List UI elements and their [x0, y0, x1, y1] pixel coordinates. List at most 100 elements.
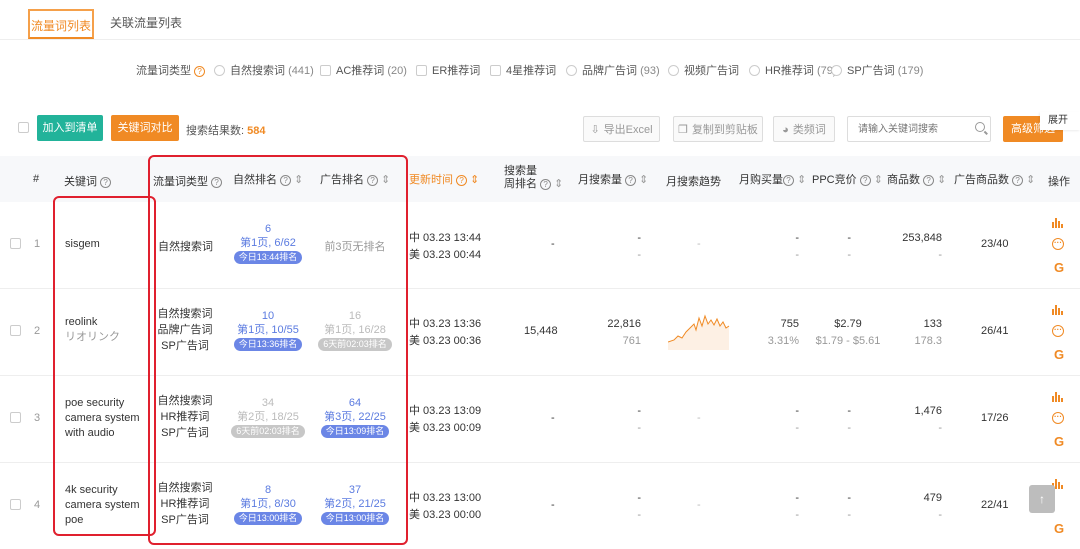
- google-icon[interactable]: G: [1052, 435, 1066, 449]
- col-week-rank[interactable]: 搜索量 周排名 ? ⇕: [504, 165, 563, 191]
- col-ad-products[interactable]: 广告商品数 ? ⇕: [954, 171, 1035, 187]
- more-icon[interactable]: ···: [1052, 238, 1064, 250]
- col-update-time[interactable]: 更新时间 ? ⇕: [409, 171, 479, 187]
- filter-option-er[interactable]: ER推荐词: [416, 62, 480, 78]
- keyword-search-input[interactable]: [847, 116, 991, 142]
- bars-chart-icon[interactable]: [1052, 301, 1066, 315]
- back-to-top-button[interactable]: ↑: [1029, 485, 1055, 513]
- question-icon[interactable]: ?: [100, 176, 112, 188]
- more-icon[interactable]: ···: [1052, 325, 1064, 337]
- sort-icon[interactable]: ⇕: [470, 174, 479, 186]
- tab-related-traffic[interactable]: 关联流量列表: [110, 14, 182, 31]
- expand-button[interactable]: 展开: [1040, 112, 1080, 130]
- sort-icon[interactable]: ⇕: [639, 174, 648, 186]
- highlight-box-rank-columns: [148, 155, 408, 545]
- pie-icon: ◕: [782, 124, 789, 136]
- monthly-search: --: [637, 405, 641, 434]
- trend: -: [697, 412, 701, 424]
- row-checkbox[interactable]: [10, 238, 21, 249]
- monthly-purchase: --: [795, 405, 799, 434]
- row-checkbox[interactable]: [10, 412, 21, 423]
- col-ppc[interactable]: PPC竞价 ? ⇕: [812, 171, 883, 187]
- filter-option-ac[interactable]: AC推荐词 (20): [320, 62, 407, 78]
- add-to-list-button[interactable]: 加入到清单: [37, 115, 103, 141]
- product-count: 253,848-: [902, 232, 942, 261]
- row-index: 1: [34, 238, 41, 250]
- monthly-purchase: 755 3.31%: [767, 318, 799, 347]
- sort-icon[interactable]: ⇕: [797, 174, 806, 186]
- arrow-up-icon: ↑: [1039, 492, 1045, 506]
- sort-icon[interactable]: ⇕: [937, 174, 946, 186]
- tab-bar: 流量词列表 关联流量列表: [0, 0, 1080, 40]
- row-checkbox[interactable]: [10, 499, 21, 510]
- google-icon[interactable]: G: [1052, 261, 1066, 275]
- bars-chart-icon[interactable]: [1052, 214, 1066, 228]
- col-keyword[interactable]: 关键词 ?: [64, 173, 112, 189]
- filter-option-hr[interactable]: HR推荐词 (79): [749, 62, 837, 78]
- row-index: 2: [34, 325, 41, 337]
- search-icon[interactable]: [975, 122, 985, 132]
- col-monthly-purchase[interactable]: 月购买量? ⇕: [739, 171, 806, 187]
- ad-product-count: 22/41: [981, 499, 1009, 511]
- update-time: 中 03.23 13:36 美 03.23 00:36: [409, 318, 482, 347]
- trend-sparkline: [668, 314, 730, 350]
- update-time: 中 03.23 13:09 美 03.23 00:09: [409, 405, 482, 434]
- col-monthly-search[interactable]: 月搜索量 ? ⇕: [578, 171, 648, 187]
- sort-icon[interactable]: ⇕: [874, 174, 883, 186]
- tab-keyword-list[interactable]: 流量词列表: [28, 9, 94, 39]
- filter-label: 流量词类型 ?: [136, 62, 206, 78]
- highlight-box-keywords: [53, 196, 156, 536]
- col-products[interactable]: 商品数 ? ⇕: [887, 171, 946, 187]
- question-icon[interactable]: ?: [783, 174, 794, 186]
- question-icon[interactable]: ?: [540, 178, 552, 190]
- trend: -: [697, 238, 701, 250]
- product-count: 479-: [923, 492, 942, 521]
- ad-product-count: 17/26: [981, 412, 1009, 424]
- question-icon[interactable]: ?: [456, 174, 468, 186]
- monthly-purchase: --: [795, 232, 799, 261]
- export-icon: ⇩: [590, 124, 600, 136]
- google-icon[interactable]: G: [1052, 522, 1066, 536]
- week-rank: -: [551, 412, 555, 424]
- question-icon[interactable]: ?: [625, 174, 637, 186]
- product-count: 1,476-: [914, 405, 942, 434]
- google-icon[interactable]: G: [1052, 348, 1066, 362]
- monthly-search: 22,816 761: [607, 318, 641, 347]
- question-icon[interactable]: ?: [194, 65, 206, 77]
- ppc-bid: --: [847, 232, 851, 261]
- monthly-search: --: [637, 492, 641, 521]
- ad-product-count: 26/41: [981, 325, 1009, 337]
- question-icon[interactable]: ?: [1012, 174, 1024, 186]
- week-rank: -: [551, 238, 555, 250]
- product-count: 133 178.3: [914, 318, 942, 347]
- sort-icon[interactable]: ⇕: [1026, 174, 1035, 186]
- filter-option-brand[interactable]: 品牌广告词 (93): [566, 62, 660, 78]
- week-rank: -: [551, 499, 555, 511]
- more-icon[interactable]: ···: [1052, 412, 1064, 424]
- col-index: #: [33, 173, 40, 185]
- question-icon[interactable]: ?: [859, 174, 871, 186]
- monthly-search: --: [637, 232, 641, 261]
- week-rank: 15,448: [524, 325, 558, 337]
- monthly-purchase: --: [795, 492, 799, 521]
- filter-option-natural[interactable]: 自然搜索词 (441): [214, 62, 314, 78]
- copy-icon: ❐: [678, 124, 688, 136]
- ppc-bid: --: [847, 405, 851, 434]
- bars-chart-icon[interactable]: [1052, 388, 1066, 402]
- sort-icon[interactable]: ⇕: [554, 178, 563, 190]
- keyword-compare-button[interactable]: 关键词对比: [111, 115, 179, 141]
- export-excel-button[interactable]: ⇩ 导出Excel: [583, 116, 660, 142]
- filter-option-video[interactable]: 视频广告词: [668, 62, 739, 78]
- select-all-checkbox[interactable]: [18, 122, 29, 133]
- word-frequency-button[interactable]: ◕ 类频词: [773, 116, 835, 142]
- ppc-bid: $2.79 $1.79 - $5.61: [815, 318, 881, 347]
- filter-option-sp[interactable]: SP广告词 (179): [831, 62, 923, 78]
- update-time: 中 03.23 13:00 美 03.23 00:00: [409, 492, 482, 521]
- row-index: 3: [34, 412, 41, 424]
- trend: -: [697, 499, 701, 511]
- filter-option-4star[interactable]: 4星推荐词: [490, 62, 556, 78]
- question-icon[interactable]: ?: [923, 174, 935, 186]
- copy-clipboard-button[interactable]: ❐ 复制到剪贴板: [673, 116, 763, 142]
- row-checkbox[interactable]: [10, 325, 21, 336]
- result-count: 搜索结果数: 584: [186, 125, 266, 137]
